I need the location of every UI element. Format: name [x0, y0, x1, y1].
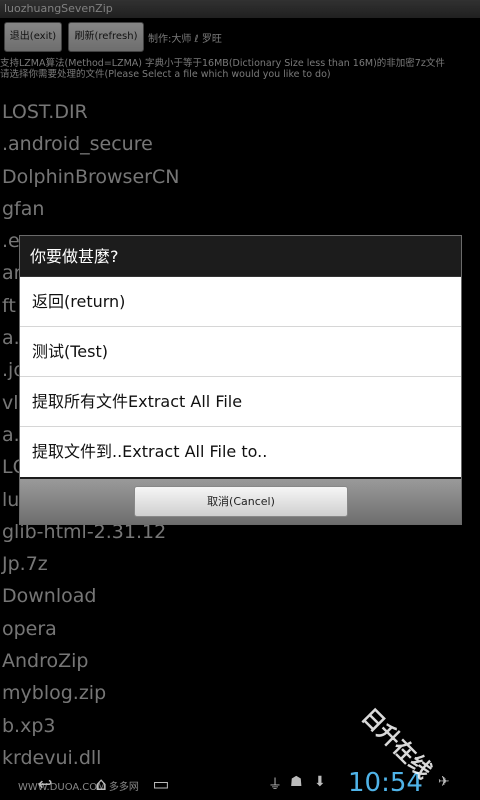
- action-dialog: 你要做甚麼? 返回(return) 测试(Test) 提取所有文件Extract…: [19, 235, 462, 525]
- android-debug-icon: ☗: [290, 774, 303, 790]
- option-test[interactable]: 测试(Test): [20, 327, 461, 377]
- dialog-title: 你要做甚麼?: [20, 236, 461, 278]
- option-extract-to[interactable]: 提取文件到..Extract All File to..: [20, 427, 461, 477]
- usb-icon: ⏚: [268, 777, 282, 793]
- back-icon[interactable]: ↩: [30, 770, 60, 800]
- home-icon[interactable]: ⌂: [86, 770, 116, 800]
- option-return[interactable]: 返回(return): [20, 277, 461, 327]
- recent-apps-icon[interactable]: ▭: [146, 770, 176, 800]
- wifi-icon: ✈: [438, 774, 450, 790]
- download-icon: ⬇: [314, 774, 326, 790]
- cancel-button[interactable]: 取消(Cancel): [134, 486, 348, 517]
- option-extract-all[interactable]: 提取所有文件Extract All File: [20, 377, 461, 427]
- dialog-footer: 取消(Cancel): [20, 479, 461, 524]
- dialog-option-list: 返回(return) 测试(Test) 提取所有文件Extract All Fi…: [20, 277, 461, 477]
